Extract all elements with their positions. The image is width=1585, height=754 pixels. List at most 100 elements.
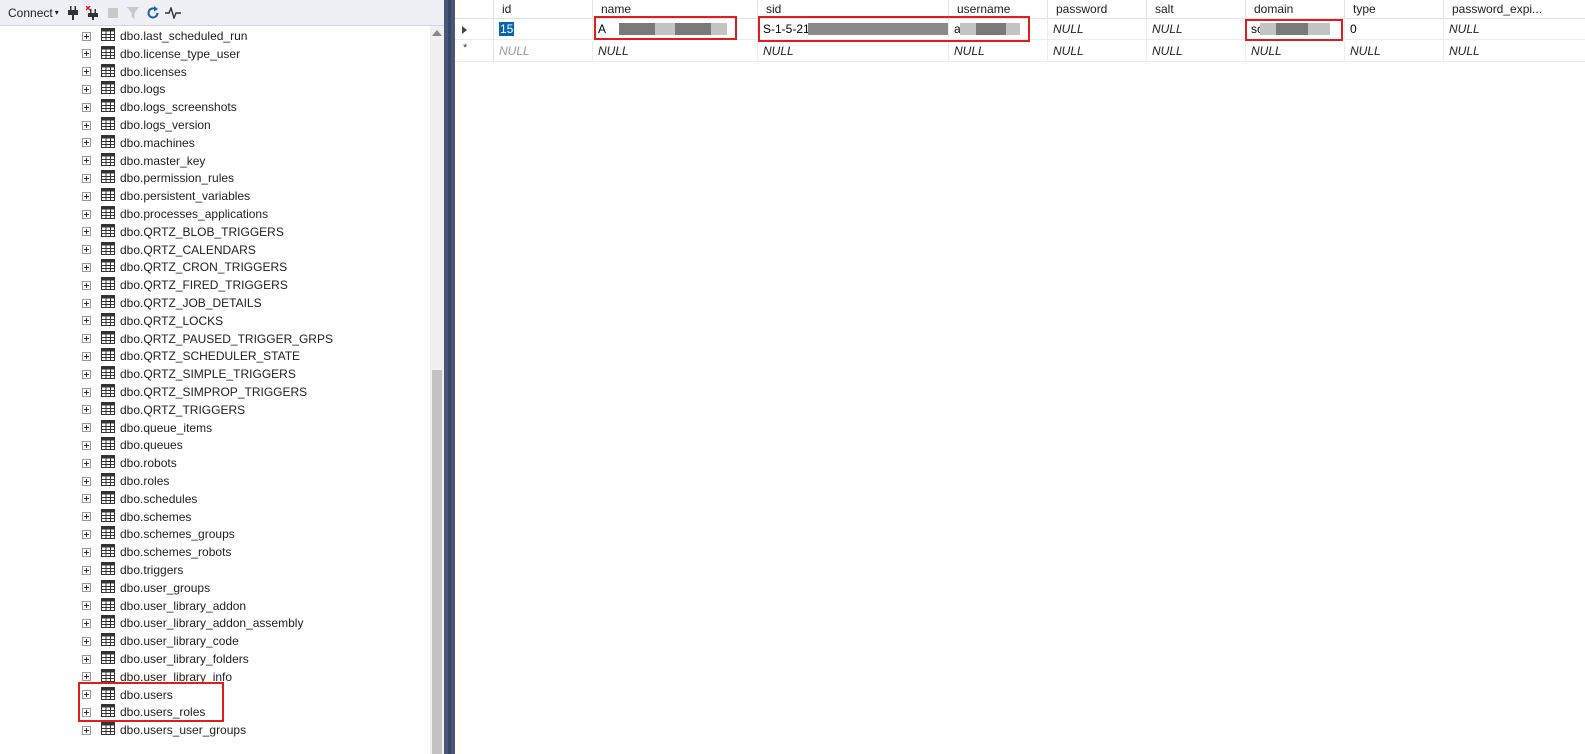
refresh-icon[interactable] <box>143 3 163 23</box>
column-header-password[interactable]: password <box>1048 0 1147 19</box>
tree-item-table[interactable]: dbo.QRTZ_JOB_DETAILS <box>82 294 262 312</box>
cell-type[interactable]: 0 <box>1345 19 1444 40</box>
connect-plug-icon[interactable] <box>63 3 83 23</box>
pane-splitter[interactable] <box>444 0 455 754</box>
tree-item-table[interactable]: dbo.licenses <box>82 63 187 81</box>
tree-item-table[interactable]: dbo.schemes_groups <box>82 525 235 543</box>
expand-plus-icon[interactable] <box>82 316 91 326</box>
expand-plus-icon[interactable] <box>82 494 91 504</box>
tree-item-table[interactable]: dbo.QRTZ_TRIGGERS <box>82 401 245 419</box>
expand-plus-icon[interactable] <box>82 138 91 148</box>
expand-plus-icon[interactable] <box>82 156 91 166</box>
expand-plus-icon[interactable] <box>82 173 91 183</box>
table-row-new[interactable]: * NULL NULL NULL NULL NULL NULL NULL NUL… <box>455 41 1585 62</box>
cell-domain[interactable]: NULL <box>1246 41 1345 62</box>
expand-plus-icon[interactable] <box>82 84 91 94</box>
expand-plus-icon[interactable] <box>82 191 91 201</box>
tree-item-table[interactable]: dbo.QRTZ_PAUSED_TRIGGER_GRPS <box>82 330 333 348</box>
tree-item-table[interactable]: dbo.user_groups <box>82 579 210 597</box>
column-header-password-expiration[interactable]: password_expi... <box>1444 0 1585 19</box>
tree-item-table[interactable]: dbo.QRTZ_SIMPROP_TRIGGERS <box>82 383 307 401</box>
activity-monitor-icon[interactable] <box>163 3 183 23</box>
tree-item-table[interactable]: dbo.triggers <box>82 561 183 579</box>
expand-plus-icon[interactable] <box>82 227 91 237</box>
expand-plus-icon[interactable] <box>82 565 91 575</box>
expand-plus-icon[interactable] <box>82 209 91 219</box>
column-header-type[interactable]: type <box>1345 0 1444 19</box>
cell-id[interactable]: 15 <box>494 19 593 40</box>
tree-item-table[interactable]: dbo.last_scheduled_run <box>82 27 247 45</box>
cell-password[interactable]: NULL <box>1048 41 1147 62</box>
tree-item-table[interactable]: dbo.QRTZ_SCHEDULER_STATE <box>82 347 300 365</box>
expand-plus-icon[interactable] <box>82 245 91 255</box>
cell-username[interactable]: NULL <box>949 41 1048 62</box>
tree-item-table[interactable]: dbo.schedules <box>82 490 197 508</box>
cell-id[interactable]: NULL <box>494 41 593 62</box>
filter-icon[interactable] <box>123 3 143 23</box>
explorer-scrollbar[interactable] <box>430 26 444 754</box>
expand-plus-icon[interactable] <box>82 262 91 272</box>
tree-item-table[interactable]: dbo.QRTZ_FIRED_TRIGGERS <box>82 276 288 294</box>
expand-plus-icon[interactable] <box>82 67 91 77</box>
expand-plus-icon[interactable] <box>82 369 91 379</box>
expand-plus-icon[interactable] <box>82 351 91 361</box>
expand-plus-icon[interactable] <box>82 476 91 486</box>
cell-sid[interactable]: NULL <box>758 41 949 62</box>
expand-plus-icon[interactable] <box>82 458 91 468</box>
tree-item-table[interactable]: dbo.roles <box>82 472 169 490</box>
expand-plus-icon[interactable] <box>82 387 91 397</box>
scroll-up-icon[interactable] <box>432 30 442 36</box>
tree-item-table[interactable]: dbo.logs <box>82 80 165 98</box>
cell-salt[interactable]: NULL <box>1147 41 1246 62</box>
row-selector[interactable] <box>455 19 494 40</box>
expand-plus-icon[interactable] <box>82 102 91 112</box>
disconnect-plug-icon[interactable] <box>83 3 103 23</box>
column-header-domain[interactable]: domain <box>1246 0 1345 19</box>
tree-item-table[interactable]: dbo.master_key <box>82 152 205 170</box>
tree-item-table[interactable]: dbo.logs_screenshots <box>82 98 237 116</box>
tree-item-table[interactable]: dbo.queues <box>82 436 183 454</box>
tree-item-table[interactable]: dbo.QRTZ_LOCKS <box>82 312 223 330</box>
expand-plus-icon[interactable] <box>82 512 91 522</box>
tree-item-table[interactable]: dbo.user_library_addon <box>82 597 246 615</box>
expand-plus-icon[interactable] <box>82 405 91 415</box>
expand-plus-icon[interactable] <box>82 618 91 628</box>
expand-plus-icon[interactable] <box>82 583 91 593</box>
tree-item-table[interactable]: dbo.schemes_robots <box>82 543 231 561</box>
stop-icon[interactable] <box>103 3 123 23</box>
tree-item-table[interactable]: dbo.license_type_user <box>82 45 240 63</box>
cell-password-expiration[interactable]: NULL <box>1444 41 1585 62</box>
tree-item-table[interactable]: dbo.user_library_folders <box>82 650 249 668</box>
cell-type[interactable]: NULL <box>1345 41 1444 62</box>
tree-item-table[interactable]: dbo.robots <box>82 454 177 472</box>
tree-item-table[interactable]: dbo.queue_items <box>82 419 212 437</box>
tree-item-table[interactable]: dbo.user_library_addon_assembly <box>82 614 303 632</box>
tree-item-table[interactable]: dbo.users_user_groups <box>82 721 246 739</box>
column-header-id[interactable]: id <box>494 0 593 19</box>
tree-item-table[interactable]: dbo.schemes <box>82 508 191 526</box>
column-header-salt[interactable]: salt <box>1147 0 1246 19</box>
expand-plus-icon[interactable] <box>82 636 91 646</box>
row-header-corner[interactable] <box>455 0 494 19</box>
tree-item-table[interactable]: dbo.machines <box>82 134 195 152</box>
expand-plus-icon[interactable] <box>82 298 91 308</box>
cell-password-expiration[interactable]: NULL <box>1444 19 1585 40</box>
tree-item-table[interactable]: dbo.processes_applications <box>82 205 268 223</box>
expand-plus-icon[interactable] <box>82 49 91 59</box>
connect-button[interactable]: Connect ▾ <box>4 3 63 23</box>
expand-plus-icon[interactable] <box>82 601 91 611</box>
cell-salt[interactable]: NULL <box>1147 19 1246 40</box>
expand-plus-icon[interactable] <box>82 547 91 557</box>
tree-item-table[interactable]: dbo.logs_version <box>82 116 211 134</box>
tree-item-table[interactable]: dbo.QRTZ_SIMPLE_TRIGGERS <box>82 365 296 383</box>
row-selector[interactable]: * <box>455 41 494 62</box>
expand-plus-icon[interactable] <box>82 31 91 41</box>
tree-item-table[interactable]: dbo.QRTZ_BLOB_TRIGGERS <box>82 223 284 241</box>
tree-item-table[interactable]: dbo.QRTZ_CRON_TRIGGERS <box>82 258 287 276</box>
expand-plus-icon[interactable] <box>82 280 91 290</box>
expand-plus-icon[interactable] <box>82 654 91 664</box>
cell-name[interactable]: NULL <box>593 41 758 62</box>
tree-item-table[interactable]: dbo.permission_rules <box>82 169 234 187</box>
expand-plus-icon[interactable] <box>82 423 91 433</box>
expand-plus-icon[interactable] <box>82 725 91 735</box>
